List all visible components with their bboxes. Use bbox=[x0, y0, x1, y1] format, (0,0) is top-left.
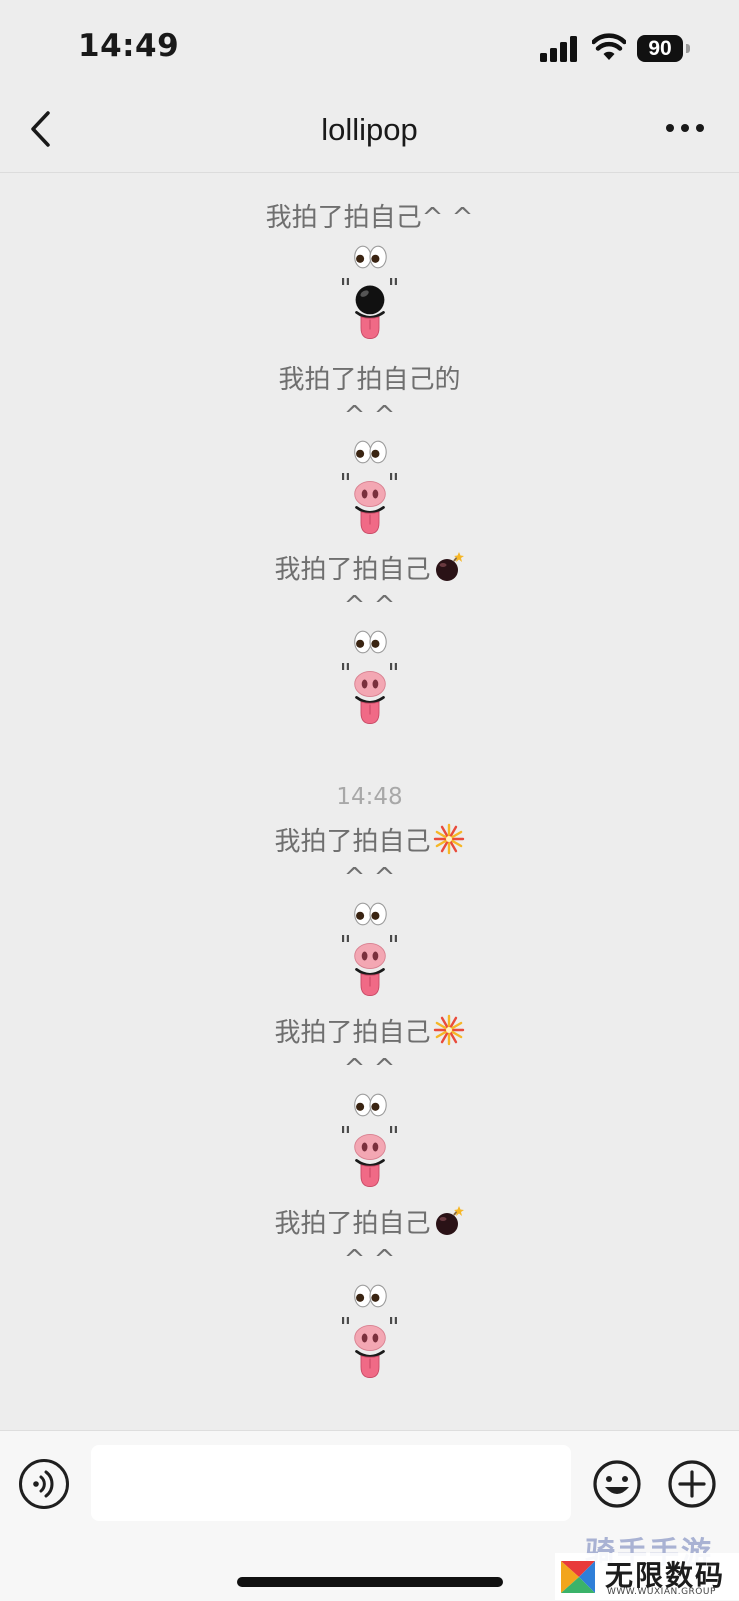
quote-left: " bbox=[339, 931, 352, 961]
chat-nav-bar: lollipop bbox=[0, 95, 739, 173]
status-time: 14:49 bbox=[78, 28, 180, 64]
pat-message[interactable]: 我拍了拍自己的 ^ ^ " " bbox=[0, 360, 739, 535]
pat-text: 我拍了拍自己 bbox=[274, 1018, 431, 1048]
eyes-icon bbox=[353, 245, 387, 269]
quote-left: " bbox=[339, 659, 352, 689]
tongue-icon bbox=[354, 1350, 385, 1378]
pat-caret-line: ^ ^ bbox=[343, 591, 396, 621]
face-nose-line: " " bbox=[0, 1311, 739, 1352]
battery-icon: 90 bbox=[637, 35, 691, 62]
chat-title: lollipop bbox=[321, 112, 418, 147]
pat-text: 我拍了拍自己 bbox=[274, 827, 431, 857]
chat-messages[interactable]: 14:48 我拍了拍自己^ ^ " " 我拍了拍自己的 ^ ^ " " 我拍了拍自己 ^ ^ " "… bbox=[0, 173, 739, 1430]
face-nose-line: " " bbox=[0, 1120, 739, 1161]
pat-text-line: 我拍了拍自己 bbox=[0, 822, 739, 862]
fireworks-icon bbox=[433, 823, 464, 855]
tongue-icon bbox=[354, 968, 385, 996]
bomb-icon bbox=[435, 552, 464, 581]
pat-message[interactable]: 我拍了拍自己^ ^"" bbox=[0, 550, 739, 725]
watermark: 骑手手游 无限数码 WWW.WUXIAN.GROUP bbox=[555, 1528, 739, 1600]
pat-text-line: 我拍了拍自己 bbox=[0, 1204, 739, 1244]
tongue-icon bbox=[354, 311, 385, 339]
face-tongue-line bbox=[0, 1154, 739, 1188]
smiley-icon[interactable] bbox=[592, 1459, 642, 1509]
pat-message[interactable]: 我拍了拍自己^ ^"" bbox=[0, 822, 739, 997]
pat-text-line: 我拍了拍自己^ ^ bbox=[0, 198, 739, 238]
pat-text-line: 我拍了拍自己 bbox=[0, 1013, 739, 1053]
pat-message[interactable]: 我拍了拍自己^ ^"" bbox=[0, 198, 739, 340]
pat-caret-line: ^ ^ bbox=[343, 1054, 396, 1084]
face-eyes-line bbox=[0, 623, 739, 657]
eyes-icon bbox=[353, 440, 387, 464]
voice-icon bbox=[33, 1470, 54, 1498]
eyes-icon bbox=[353, 1093, 387, 1117]
face-tongue-line bbox=[0, 501, 739, 535]
pat-caret-line: ^ ^ bbox=[343, 863, 396, 893]
tongue-icon bbox=[354, 696, 385, 724]
eyes-icon bbox=[353, 902, 387, 926]
message-timestamp: 14:48 bbox=[336, 784, 403, 810]
face-nose-line: " " bbox=[0, 467, 739, 508]
face-tongue-line bbox=[0, 306, 739, 340]
home-indicator bbox=[237, 1577, 503, 1587]
brand-logo-icon bbox=[561, 1561, 595, 1593]
watermark-sub: WWW.WUXIAN.GROUP bbox=[607, 1587, 716, 1597]
bomb-icon bbox=[435, 1206, 464, 1235]
face-eyes-line bbox=[0, 433, 739, 467]
pat-message[interactable]: 我拍了拍自己^ ^"" bbox=[0, 1013, 739, 1188]
quote-left: " bbox=[339, 1122, 352, 1152]
wifi-icon bbox=[592, 33, 626, 60]
pat-text: 我拍了拍自己^ ^ bbox=[265, 203, 474, 233]
quote-left: " bbox=[339, 274, 352, 304]
tongue-icon bbox=[354, 1159, 385, 1187]
cellular-signal-icon bbox=[540, 36, 578, 62]
quote-left: " bbox=[339, 469, 352, 499]
pat-message[interactable]: 我拍了拍自己^ ^"" bbox=[0, 1204, 739, 1379]
pat-text-line: 我拍了拍自己 bbox=[0, 550, 739, 590]
pat-caret-line: ^ ^ bbox=[343, 401, 396, 431]
face-eyes-line bbox=[0, 1086, 739, 1120]
more-dots-icon[interactable] bbox=[665, 121, 705, 135]
face-nose-line: " " bbox=[0, 929, 739, 970]
face-eyes-line bbox=[0, 895, 739, 929]
watermark-logo: 无限数码 WWW.WUXIAN.GROUP bbox=[555, 1553, 739, 1600]
quote-right: " bbox=[387, 1313, 400, 1343]
pat-caret-line: ^ ^ bbox=[343, 1245, 396, 1275]
voice-button[interactable] bbox=[19, 1459, 69, 1509]
fireworks-icon bbox=[433, 1014, 464, 1046]
face-tongue-line bbox=[0, 691, 739, 725]
plus-circle-icon[interactable] bbox=[667, 1459, 717, 1509]
battery-level: 90 bbox=[637, 35, 683, 62]
pat-text-line: 我拍了拍自己的 bbox=[0, 360, 739, 400]
quote-right: " bbox=[387, 1122, 400, 1152]
pat-text: 我拍了拍自己 bbox=[274, 555, 431, 585]
face-tongue-line bbox=[0, 1345, 739, 1379]
quote-left: " bbox=[339, 1313, 352, 1343]
eyes-icon bbox=[353, 630, 387, 654]
tongue-icon bbox=[354, 506, 385, 534]
quote-right: " bbox=[387, 274, 400, 304]
message-input[interactable] bbox=[91, 1445, 571, 1521]
face-nose-line: " " bbox=[0, 657, 739, 698]
eyes-icon bbox=[353, 1284, 387, 1308]
face-eyes-line bbox=[0, 1277, 739, 1311]
quote-right: " bbox=[387, 659, 400, 689]
pat-text: 我拍了拍自己的 bbox=[278, 365, 461, 395]
quote-right: " bbox=[387, 469, 400, 499]
pat-text: 我拍了拍自己 bbox=[274, 1209, 431, 1239]
quote-right: " bbox=[387, 931, 400, 961]
face-nose-line: " " bbox=[0, 272, 739, 315]
status-bar: 14:49 90 bbox=[0, 0, 739, 95]
face-tongue-line bbox=[0, 963, 739, 997]
face-eyes-line bbox=[0, 238, 739, 272]
